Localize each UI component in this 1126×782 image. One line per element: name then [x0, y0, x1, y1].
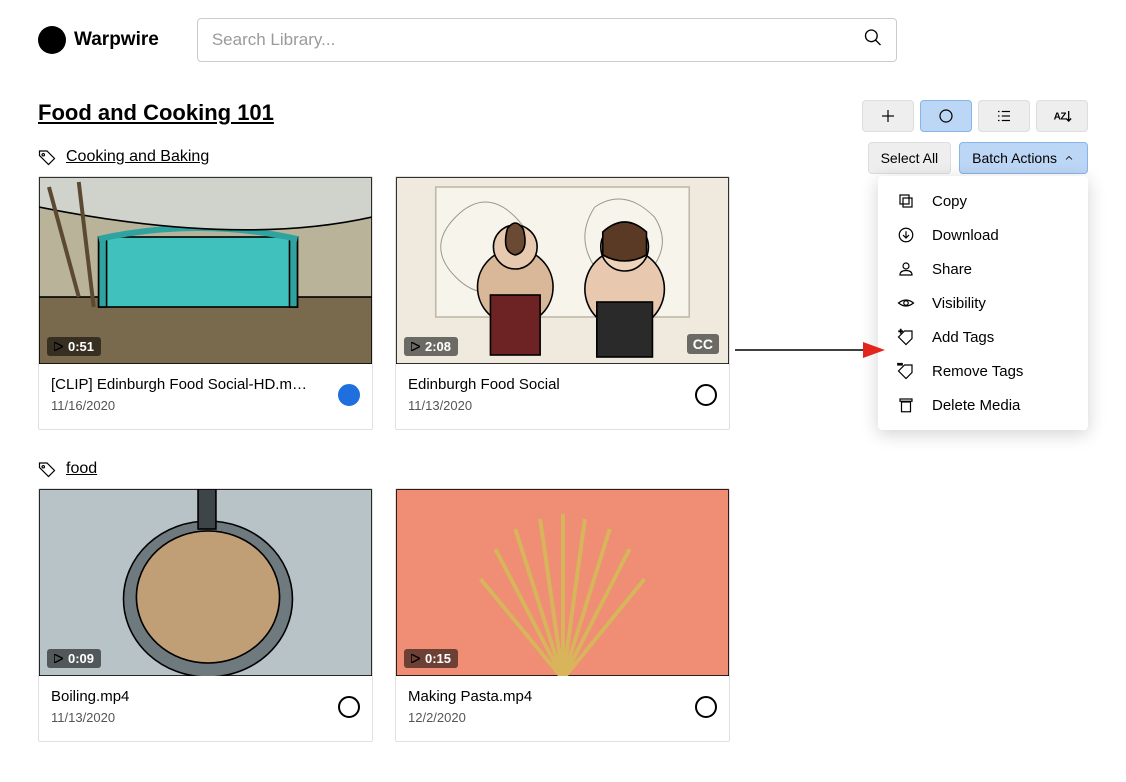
- eye-icon: [896, 294, 916, 312]
- duration-badge: 0:51: [47, 337, 101, 356]
- duration-label: 0:51: [68, 339, 94, 354]
- logo-mark-icon: [38, 26, 66, 54]
- tag-icon: [38, 460, 56, 478]
- media-card[interactable]: 0:09 Boiling.mp4 11/13/2020: [38, 488, 373, 742]
- menu-item-download[interactable]: Download: [878, 218, 1088, 252]
- add-button[interactable]: [862, 100, 914, 132]
- svg-text:Z: Z: [1060, 111, 1066, 122]
- duration-label: 0:15: [425, 651, 451, 666]
- copy-icon: [896, 192, 916, 210]
- selection-toggle[interactable]: [338, 696, 360, 718]
- menu-item-add-tags[interactable]: + Add Tags: [878, 320, 1088, 354]
- menu-item-remove-tags[interactable]: Remove Tags: [878, 354, 1088, 388]
- media-title: Boiling.mp4: [51, 688, 129, 705]
- menu-item-copy[interactable]: Copy: [878, 184, 1088, 218]
- media-title: Edinburgh Food Social: [408, 376, 560, 393]
- menu-label: Copy: [932, 193, 967, 210]
- batch-actions-button[interactable]: Batch Actions: [959, 142, 1088, 174]
- search-input[interactable]: [197, 18, 897, 62]
- add-tag-icon: +: [896, 328, 916, 346]
- download-icon: [896, 226, 916, 244]
- media-date: 11/13/2020: [408, 398, 472, 413]
- menu-item-delete[interactable]: Delete Media: [878, 388, 1088, 422]
- media-card[interactable]: 0:51 [CLIP] Edinburgh Food Social-HD.mp4…: [38, 176, 373, 430]
- user-icon: [896, 260, 916, 278]
- batch-actions-label: Batch Actions: [972, 150, 1057, 166]
- menu-label: Share: [932, 261, 972, 278]
- media-card[interactable]: 0:15 Making Pasta.mp4 12/2/2020: [395, 488, 730, 742]
- sort-button[interactable]: AZ: [1036, 100, 1088, 132]
- selection-toggle[interactable]: [338, 384, 360, 406]
- duration-label: 2:08: [425, 339, 451, 354]
- cc-badge: CC: [687, 334, 719, 354]
- remove-tag-icon: [896, 362, 916, 380]
- select-all-button[interactable]: Select All: [868, 142, 952, 174]
- tag-icon: [38, 148, 56, 166]
- select-mode-button[interactable]: [920, 100, 972, 132]
- media-date: 12/2/2020: [408, 710, 466, 725]
- menu-label: Delete Media: [932, 397, 1020, 414]
- media-title: [CLIP] Edinburgh Food Social-HD.mp4 (72…: [51, 376, 311, 393]
- selection-toggle[interactable]: [695, 384, 717, 406]
- media-title: Making Pasta.mp4: [408, 688, 532, 705]
- duration-badge: 0:09: [47, 649, 101, 668]
- menu-item-visibility[interactable]: Visibility: [878, 286, 1088, 320]
- media-date: 11/16/2020: [51, 398, 115, 413]
- video-thumbnail: [39, 489, 372, 676]
- tag-link[interactable]: food: [66, 460, 97, 478]
- batch-actions-menu: Copy Download Share Visibility + Add Tag…: [878, 176, 1088, 430]
- brand-name: Warpwire: [74, 29, 159, 51]
- menu-label: Visibility: [932, 295, 986, 312]
- menu-item-share[interactable]: Share: [878, 252, 1088, 286]
- menu-label: Download: [932, 227, 999, 244]
- selection-toggle[interactable]: [695, 696, 717, 718]
- trash-icon: [896, 396, 916, 414]
- duration-badge: 2:08: [404, 337, 458, 356]
- brand-logo[interactable]: Warpwire: [38, 26, 159, 54]
- media-date: 11/13/2020: [51, 710, 115, 725]
- video-thumbnail: [39, 177, 372, 364]
- svg-text:+: +: [899, 328, 904, 335]
- duration-label: 0:09: [68, 651, 94, 666]
- search-icon[interactable]: [863, 28, 883, 53]
- list-view-button[interactable]: [978, 100, 1030, 132]
- select-all-label: Select All: [881, 150, 939, 166]
- menu-label: Add Tags: [932, 329, 994, 346]
- menu-label: Remove Tags: [932, 363, 1023, 380]
- video-thumbnail: [396, 177, 729, 364]
- tag-link[interactable]: Cooking and Baking: [66, 148, 209, 166]
- duration-badge: 0:15: [404, 649, 458, 668]
- video-thumbnail: [396, 489, 729, 676]
- media-card[interactable]: 2:08 CC Edinburgh Food Social 11/13/2020: [395, 176, 730, 430]
